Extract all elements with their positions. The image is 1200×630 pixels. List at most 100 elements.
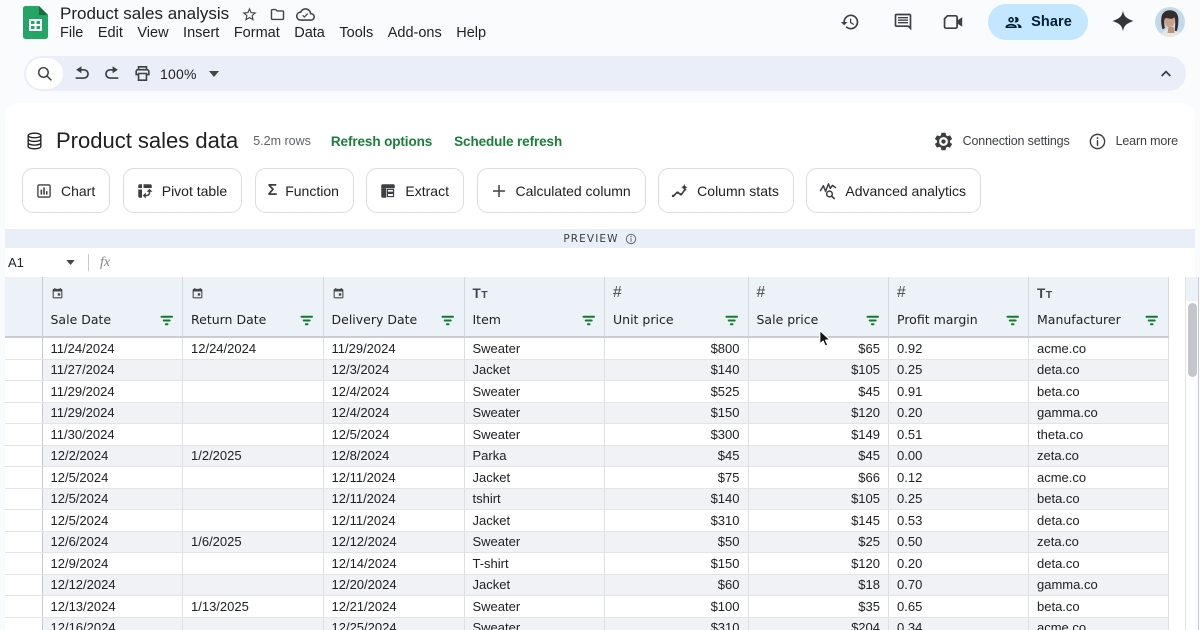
cell[interactable]: 1/2/2025	[183, 446, 324, 467]
cell[interactable]: Sweater	[465, 381, 606, 402]
filter-icon[interactable]	[300, 315, 314, 326]
cell[interactable]: 12/11/2024	[324, 467, 465, 488]
cell[interactable]: deta.co	[1029, 553, 1169, 574]
cell[interactable]: acme.co	[1029, 618, 1169, 630]
cell[interactable]: 0.34	[889, 618, 1029, 630]
row-gutter-cell[interactable]	[5, 381, 43, 402]
cell[interactable]: acme.co	[1029, 467, 1169, 488]
zoom-control[interactable]: 100%	[157, 66, 219, 82]
cell[interactable]: $66	[749, 467, 890, 488]
cell[interactable]: $204	[749, 618, 890, 630]
cell[interactable]: 12/21/2024	[324, 596, 465, 617]
collapse-toolbar-button[interactable]	[1151, 59, 1180, 88]
cell[interactable]: 0.25	[889, 489, 1029, 510]
cell[interactable]: tshirt	[465, 489, 606, 510]
cell[interactable]: 0.53	[889, 510, 1029, 531]
cell[interactable]: Sweater	[465, 338, 606, 359]
cell[interactable]	[183, 575, 324, 596]
comments-icon[interactable]	[893, 12, 913, 32]
cell[interactable]: $105	[749, 360, 890, 381]
cell[interactable]	[183, 360, 324, 381]
row-gutter-cell[interactable]	[5, 532, 43, 553]
cell[interactable]: Jacket	[465, 575, 606, 596]
cell[interactable]: gamma.co	[1029, 575, 1169, 596]
cell[interactable]: 0.12	[889, 467, 1029, 488]
cell[interactable]: $145	[749, 510, 890, 531]
cell[interactable]: deta.co	[1029, 510, 1169, 531]
cell[interactable]: beta.co	[1029, 381, 1169, 402]
cell[interactable]: Sweater	[465, 618, 606, 630]
vertical-scrollbar[interactable]	[1188, 303, 1197, 377]
row-gutter-cell[interactable]	[5, 403, 43, 424]
cell[interactable]: $150	[605, 553, 749, 574]
cell[interactable]: 0.65	[889, 596, 1029, 617]
row-gutter-cell[interactable]	[5, 446, 43, 467]
column-stats-button[interactable]: Column stats	[658, 168, 794, 213]
cell[interactable]: 0.70	[889, 575, 1029, 596]
cell[interactable]: 0.92	[889, 338, 1029, 359]
row-gutter-cell[interactable]	[5, 596, 43, 617]
redo-button[interactable]	[97, 59, 126, 88]
cell[interactable]: $60	[605, 575, 749, 596]
learn-more-info-icon[interactable]	[1088, 132, 1107, 151]
calculated-column-button[interactable]: Calculated column	[477, 168, 646, 213]
cell[interactable]: 12/5/2024	[43, 489, 184, 510]
cell[interactable]: 0.25	[889, 360, 1029, 381]
cell[interactable]: $149	[749, 424, 890, 445]
cell[interactable]	[183, 489, 324, 510]
cell[interactable]: 0.00	[889, 446, 1029, 467]
cell[interactable]: 11/29/2024	[43, 403, 184, 424]
cell[interactable]: 12/12/2024	[43, 575, 184, 596]
cell[interactable]: 12/16/2024	[43, 618, 184, 630]
cell[interactable]: 0.20	[889, 403, 1029, 424]
filter-icon[interactable]	[441, 315, 455, 326]
cell[interactable]: Jacket	[465, 510, 606, 531]
cell[interactable]: 11/29/2024	[43, 381, 184, 402]
cell[interactable]: $300	[605, 424, 749, 445]
column-header-unit-price[interactable]: #Unit price	[605, 277, 749, 336]
cell[interactable]: 12/14/2024	[324, 553, 465, 574]
cell[interactable]: 12/8/2024	[324, 446, 465, 467]
row-gutter-cell[interactable]	[5, 424, 43, 445]
cell[interactable]: $525	[605, 381, 749, 402]
row-gutter-cell[interactable]	[5, 618, 43, 630]
cell[interactable]: deta.co	[1029, 360, 1169, 381]
column-header-delivery-date[interactable]: Delivery Date	[324, 277, 465, 336]
refresh-options-link[interactable]: Refresh options	[331, 134, 432, 149]
cell[interactable]: 12/11/2024	[324, 489, 465, 510]
column-header-sale-price[interactable]: #Sale price	[749, 277, 890, 336]
filter-icon[interactable]	[866, 315, 880, 326]
function-button[interactable]: Σ Function	[255, 168, 354, 213]
connection-settings-label[interactable]: Connection settings	[963, 134, 1070, 148]
column-header-item[interactable]: TTItem	[465, 277, 606, 336]
print-button[interactable]	[128, 59, 157, 88]
undo-button[interactable]	[68, 59, 97, 88]
cell[interactable]: 12/13/2024	[43, 596, 184, 617]
filter-icon[interactable]	[725, 315, 739, 326]
cell[interactable]: 1/6/2025	[183, 532, 324, 553]
search-button[interactable]	[26, 58, 63, 89]
gemini-sparkle-icon[interactable]	[1111, 9, 1135, 33]
row-gutter-cell[interactable]	[5, 510, 43, 531]
cell[interactable]: $800	[605, 338, 749, 359]
cell[interactable]: 0.51	[889, 424, 1029, 445]
cell[interactable]	[183, 467, 324, 488]
cell[interactable]: $75	[605, 467, 749, 488]
cell[interactable]: $100	[605, 596, 749, 617]
cell[interactable]: $45	[749, 381, 890, 402]
cell[interactable]: beta.co	[1029, 596, 1169, 617]
cell[interactable]: $310	[605, 510, 749, 531]
row-gutter-cell[interactable]	[5, 338, 43, 359]
cell[interactable]: Parka	[465, 446, 606, 467]
column-header-manufacturer[interactable]: TTManufacturer	[1029, 277, 1169, 336]
cell[interactable]: 11/24/2024	[43, 338, 184, 359]
advanced-analytics-button[interactable]: Advanced analytics	[806, 168, 981, 213]
cell[interactable]: zeta.co	[1029, 446, 1169, 467]
row-gutter-cell[interactable]	[5, 553, 43, 574]
cell[interactable]: 11/27/2024	[43, 360, 184, 381]
cell[interactable]: 12/4/2024	[324, 403, 465, 424]
row-gutter-cell[interactable]	[5, 575, 43, 596]
cell[interactable]: Jacket	[465, 360, 606, 381]
column-header-sale-date[interactable]: Sale Date	[43, 277, 184, 336]
cell[interactable]: Sweater	[465, 596, 606, 617]
